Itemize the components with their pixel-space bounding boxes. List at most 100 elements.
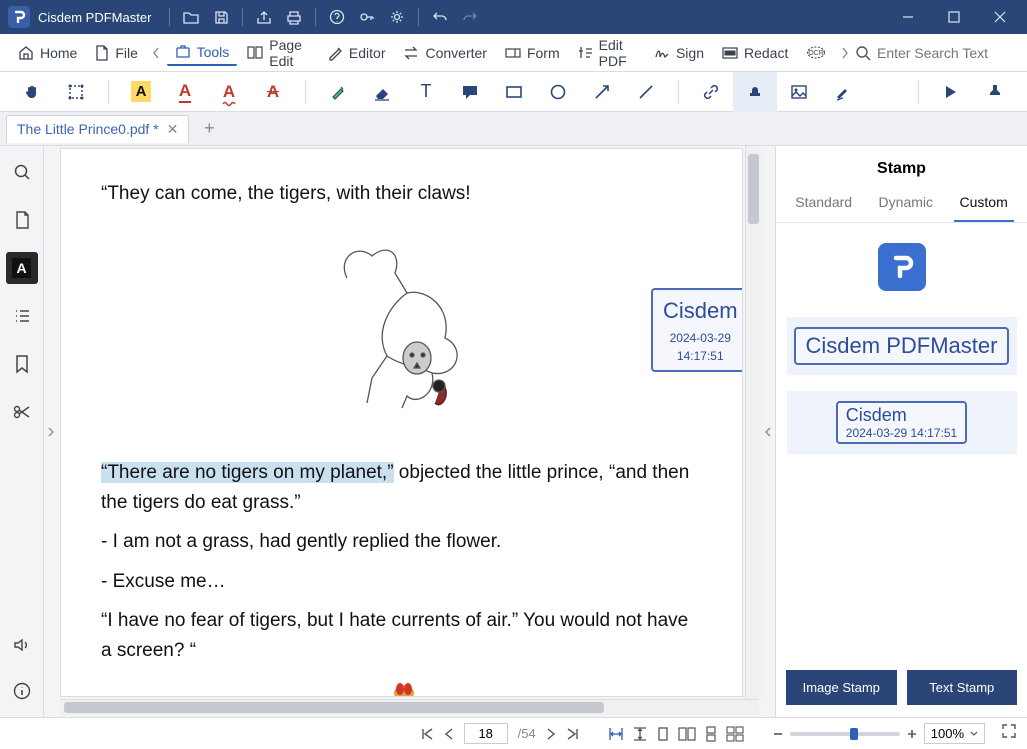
line-tool[interactable] (624, 72, 668, 112)
zoom-value[interactable]: 100% (924, 723, 985, 744)
tools-ribbon: A A A A T (0, 72, 1027, 112)
tab-standard[interactable]: Standard (789, 188, 858, 222)
vertical-scrollbar[interactable] (745, 146, 761, 699)
page-number-input[interactable] (464, 723, 508, 744)
single-page-icon[interactable] (656, 726, 670, 742)
sidebar-search-icon[interactable] (6, 156, 38, 188)
document-viewport[interactable]: “They can come, the tigers, with their c… (60, 148, 743, 697)
tab-dynamic[interactable]: Dynamic (873, 188, 939, 222)
fit-width-icon[interactable] (608, 726, 624, 742)
page-total: /54 (518, 726, 536, 741)
search-input[interactable] (877, 45, 1017, 61)
menu-file[interactable]: File (87, 41, 146, 65)
open-icon[interactable] (176, 0, 206, 34)
paragraph: “There are no tigers on my planet,” obje… (101, 458, 702, 517)
settings-icon[interactable] (382, 0, 412, 34)
squiggle-tool[interactable]: A (207, 72, 251, 112)
marker-tool[interactable] (316, 72, 360, 112)
play-tool[interactable] (929, 72, 973, 112)
signature-tool[interactable] (821, 72, 865, 112)
maximize-button[interactable] (931, 0, 977, 34)
key-icon[interactable] (352, 0, 382, 34)
note-tool[interactable] (448, 72, 492, 112)
link-tool[interactable] (689, 72, 733, 112)
zoom-out-button[interactable] (772, 728, 784, 740)
next-page-button[interactable] (546, 727, 556, 741)
help-icon[interactable] (322, 0, 352, 34)
stamp-preview-text1[interactable]: Cisdem PDFMaster (787, 317, 1017, 375)
horizontal-scrollbar[interactable] (60, 699, 759, 715)
menu-editor[interactable]: Editor (320, 41, 394, 65)
continuous-icon[interactable] (704, 726, 718, 742)
search-icon[interactable] (855, 45, 871, 61)
prev-page-button[interactable] (444, 727, 454, 741)
document-tab[interactable]: The Little Prince0.pdf * ✕ (6, 115, 189, 143)
sidebar-clip-icon[interactable] (6, 396, 38, 428)
image-stamp-button[interactable]: Image Stamp (786, 670, 897, 705)
menu-form[interactable]: Form (497, 41, 568, 65)
menu-sign[interactable]: Sign (646, 41, 712, 65)
underline-tool[interactable]: A (163, 72, 207, 112)
menu-tools[interactable]: Tools (167, 40, 238, 66)
arrow-tool[interactable] (580, 72, 624, 112)
zoom-slider[interactable] (790, 732, 900, 736)
share-icon[interactable] (249, 0, 279, 34)
first-page-button[interactable] (420, 727, 434, 741)
menu-next-icon[interactable] (836, 47, 853, 59)
menu-converter[interactable]: Converter (395, 41, 494, 65)
select-tool[interactable] (54, 72, 98, 112)
paragraph: - I am not a grass, had gently replied t… (101, 527, 702, 556)
print-icon[interactable] (279, 0, 309, 34)
menu-page-edit[interactable]: Page Edit (239, 33, 318, 73)
menu-redact[interactable]: Redact (714, 41, 796, 65)
menu-ocr[interactable]: OCROCR (798, 41, 834, 64)
new-tab-button[interactable]: + (195, 115, 223, 143)
save-icon[interactable] (206, 0, 236, 34)
two-page-icon[interactable] (678, 726, 696, 742)
image-tool[interactable] (777, 72, 821, 112)
eraser-tool[interactable] (360, 72, 404, 112)
stamp-annotation[interactable]: Cisdem 2024-03-29 14:17:51 (651, 288, 743, 371)
text-tool[interactable]: T (404, 72, 448, 112)
redo-icon[interactable] (455, 0, 485, 34)
paragraph: - Excuse me… (101, 567, 702, 596)
menu-prev-icon[interactable] (148, 47, 165, 59)
highlight-tool[interactable]: A (119, 72, 163, 112)
stamp-tool[interactable] (733, 72, 777, 112)
strikeout-tool[interactable]: A (251, 72, 295, 112)
left-sidebar: A (0, 146, 44, 717)
hand-tool[interactable] (10, 72, 54, 112)
sidebar-outline-icon[interactable] (6, 300, 38, 332)
stamp-preview-logo[interactable] (787, 233, 1017, 301)
title-bar: Cisdem PDFMaster (0, 0, 1027, 34)
collapse-right-handle[interactable] (761, 146, 775, 717)
tab-close-icon[interactable]: ✕ (167, 121, 179, 138)
circle-tool[interactable] (536, 72, 580, 112)
sidebar-bookmark-icon[interactable] (6, 348, 38, 380)
collapse-left-handle[interactable] (44, 146, 58, 717)
last-page-button[interactable] (566, 727, 580, 741)
sidebar-info-icon[interactable] (6, 675, 38, 707)
minimize-button[interactable] (885, 0, 931, 34)
sidebar-sound-icon[interactable] (6, 629, 38, 661)
continuous-two-icon[interactable] (726, 726, 744, 742)
menu-home[interactable]: Home (10, 41, 85, 65)
sidebar-annotations-icon[interactable]: A (6, 252, 38, 284)
zoom-in-button[interactable] (906, 728, 918, 740)
undo-icon[interactable] (425, 0, 455, 34)
fit-page-icon[interactable] (632, 726, 648, 742)
text-stamp-button[interactable]: Text Stamp (907, 670, 1018, 705)
menu-edit-pdf[interactable]: Edit PDF (570, 33, 644, 73)
rectangle-tool[interactable] (492, 72, 536, 112)
pin-tool[interactable] (973, 72, 1017, 112)
status-bar: /54 100% (0, 717, 1027, 749)
close-button[interactable] (977, 0, 1023, 34)
tab-custom[interactable]: Custom (954, 188, 1014, 222)
sidebar-thumbnails-icon[interactable] (6, 204, 38, 236)
fullscreen-button[interactable] (1001, 723, 1017, 744)
menu-bar: Home File Tools Page Edit Editor Convert… (0, 34, 1027, 72)
paragraph: “They can come, the tigers, with their c… (101, 179, 702, 208)
stamp-preview-text2[interactable]: Cisdem 2024-03-29 14:17:51 (787, 391, 1017, 454)
highlighted-text: “There are no tigers on my planet,” (101, 462, 394, 483)
app-logo (8, 6, 30, 28)
